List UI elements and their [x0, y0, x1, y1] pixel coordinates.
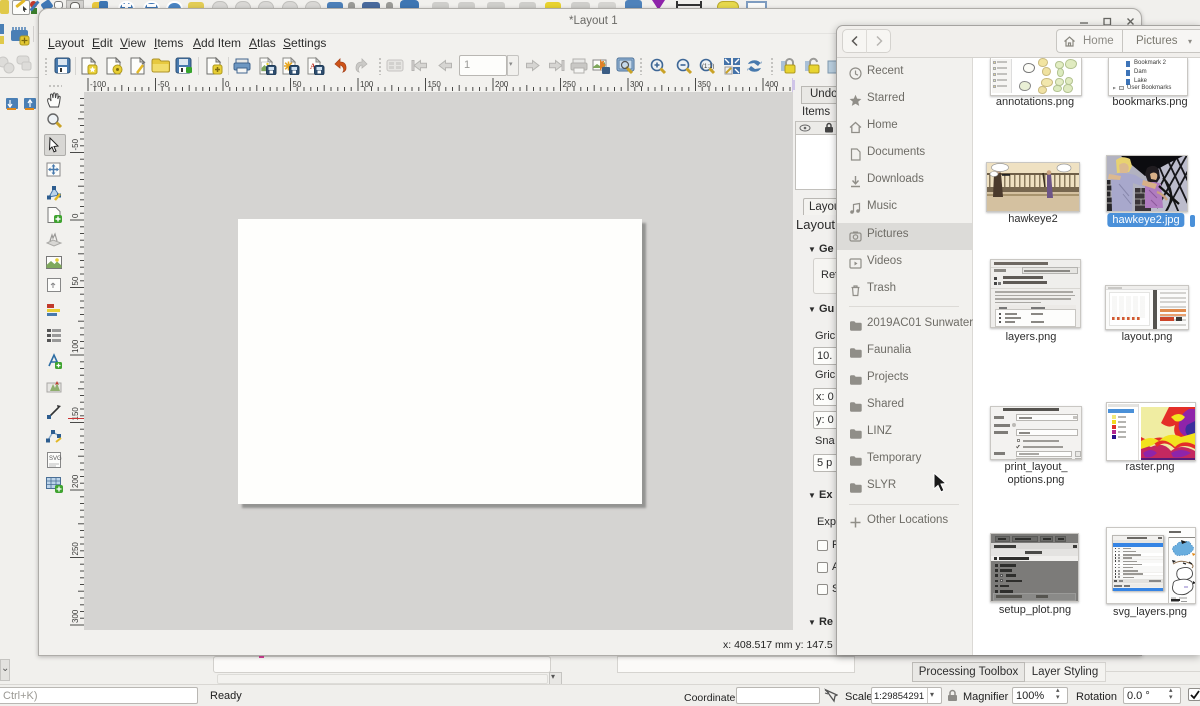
- svg-text:SVG: SVG: [49, 456, 62, 462]
- svg-text:-100: -100: [90, 80, 107, 89]
- svg-text:50: 50: [71, 276, 80, 285]
- svg-text:0: 0: [225, 80, 230, 89]
- svg-text:300: 300: [71, 609, 80, 623]
- svg-text:100: 100: [71, 339, 80, 353]
- svg-text:250: 250: [71, 542, 80, 556]
- svg-text:(1:1): (1:1): [702, 64, 714, 70]
- svg-text:-50: -50: [71, 138, 80, 150]
- svg-text:200: 200: [71, 474, 80, 488]
- svg-text:0: 0: [71, 213, 80, 218]
- svg-text:-50: -50: [158, 80, 170, 89]
